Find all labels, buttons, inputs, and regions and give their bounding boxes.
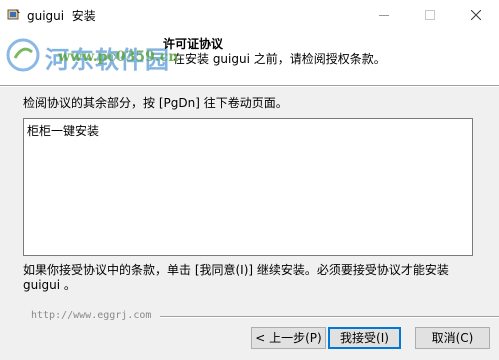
license-text-area[interactable]: 柜柜一键安装 <box>23 118 473 256</box>
watermark-logo-icon <box>6 38 40 72</box>
close-button[interactable] <box>453 0 499 30</box>
cancel-button[interactable]: 取消(C) <box>415 327 490 349</box>
minimize-icon <box>379 15 389 16</box>
watermark-url: www.pc0359.cn <box>58 49 179 65</box>
page-subtitle: 在安装 guigui 之前，请检阅授权条款。 <box>173 52 386 66</box>
instruction-text: 检阅协议的其余部分，按 [PgDn] 往下卷动页面。 <box>23 96 288 110</box>
back-button[interactable]: < 上一步(P) <box>251 327 326 349</box>
branding-text: http://www.eggrj.com <box>31 310 152 321</box>
license-content: 柜柜一键安装 <box>27 124 100 138</box>
window-title: guigui 安装 <box>27 9 96 23</box>
accept-instruction: 如果你接受协议中的条款，单击 [我同意(I)] 继续安装。必须要接受协议才能安装… <box>23 263 449 292</box>
installer-icon <box>7 8 21 22</box>
footer-divider <box>160 316 499 318</box>
maximize-button[interactable] <box>407 0 453 30</box>
title-bar: guigui 安装 <box>0 0 499 30</box>
close-icon <box>471 10 481 20</box>
minimize-button[interactable] <box>361 0 407 30</box>
maximize-icon <box>425 10 435 20</box>
header-divider <box>0 85 499 87</box>
agree-button[interactable]: 我接受(I) <box>328 327 401 349</box>
